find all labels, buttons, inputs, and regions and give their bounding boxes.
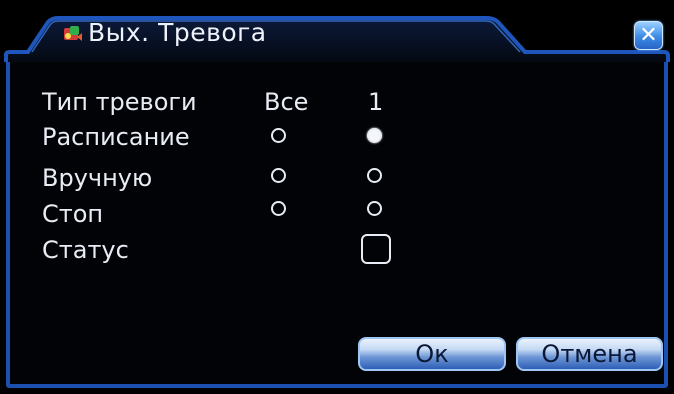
stop-ch1-radio[interactable]	[367, 201, 382, 216]
alarm-type-label: Тип тревоги	[42, 88, 197, 116]
alarm-output-icon	[62, 25, 84, 43]
manual-all-radio[interactable]	[271, 168, 286, 183]
cancel-button[interactable]: Отмена	[516, 337, 663, 371]
close-button[interactable]: ✕	[634, 21, 663, 50]
status-label: Статус	[42, 236, 129, 264]
dialog-title: Вых. Тревога	[88, 18, 267, 47]
manual-ch1-radio[interactable]	[367, 168, 382, 183]
schedule-ch1-radio[interactable]	[367, 128, 382, 143]
close-icon: ✕	[639, 22, 658, 48]
status-checkbox[interactable]	[361, 234, 391, 264]
alarm-output-dialog: Вых. Тревога ✕ Тип тревоги Все 1 Расписа…	[0, 0, 674, 394]
title-bar: Вых. Тревога ✕	[0, 0, 674, 62]
stop-all-radio[interactable]	[271, 201, 286, 216]
column-1-header: 1	[368, 88, 384, 116]
ok-button[interactable]: Ок	[358, 337, 506, 371]
manual-label: Вручную	[42, 164, 153, 192]
schedule-label: Расписание	[42, 123, 190, 151]
stop-label: Стоп	[42, 200, 104, 228]
schedule-all-radio[interactable]	[271, 128, 286, 143]
column-all-header: Все	[264, 88, 309, 116]
